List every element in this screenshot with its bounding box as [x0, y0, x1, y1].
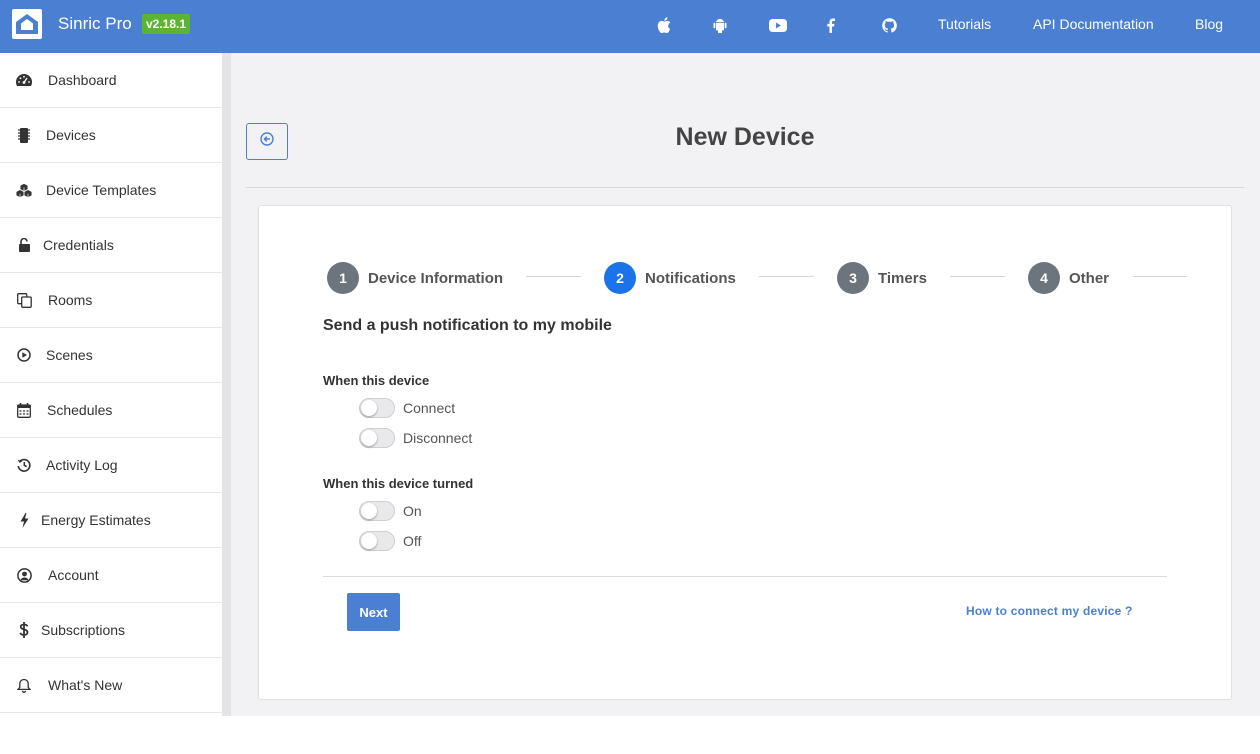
cubes-icon [16, 182, 32, 198]
sidebar-item-dashboard[interactable]: Dashboard [0, 53, 222, 108]
sidebar-item-label: Devices [46, 127, 96, 143]
toggle-on[interactable]: On [359, 501, 422, 521]
step-other[interactable]: 4 Other [1028, 262, 1109, 294]
step-connector [526, 276, 581, 277]
sidebar-item-label: What's New [48, 677, 123, 693]
apple-icon[interactable] [655, 16, 673, 34]
brand-name[interactable]: Sinric Pro [58, 14, 132, 34]
step-number: 2 [604, 262, 636, 294]
nav-link-tutorials[interactable]: Tutorials [938, 16, 991, 32]
sidebar-item-whats-new[interactable]: What's New [0, 658, 222, 713]
unlock-icon [16, 237, 32, 253]
sidebar-item-activity-log[interactable]: Activity Log [0, 438, 222, 493]
toggle-label: Connect [403, 400, 456, 416]
top-navbar: Sinric Pro v2.18.1 Tutorials API Documen… [0, 0, 1260, 53]
android-icon[interactable] [711, 16, 729, 34]
how-to-connect-link[interactable]: How to connect my device ? [966, 604, 1133, 618]
version-badge: v2.18.1 [142, 14, 191, 34]
bolt-icon [16, 512, 32, 528]
sidebar-item-energy-estimates[interactable]: Energy Estimates [0, 493, 222, 548]
calendar-icon [16, 402, 32, 418]
step-notifications[interactable]: 2 Notifications [604, 262, 736, 294]
sidebar-item-label: Device Templates [46, 182, 157, 198]
sidebar-item-label: Subscriptions [41, 622, 126, 638]
back-button[interactable] [246, 123, 288, 160]
play-circle-icon [16, 347, 32, 363]
toggle-disconnect[interactable]: Disconnect [359, 428, 472, 448]
sidebar-item-label: Scenes [46, 347, 93, 363]
sidebar-item-device-templates[interactable]: Device Templates [0, 163, 222, 218]
facebook-icon[interactable] [821, 16, 839, 34]
step-label: Notifications [645, 269, 736, 287]
home-logo-icon[interactable] [12, 9, 42, 39]
section-title: Send a push notification to my mobile [323, 317, 612, 334]
github-icon[interactable] [880, 16, 898, 34]
step-number: 4 [1028, 262, 1060, 294]
sidebar-item-account[interactable]: Account [0, 548, 222, 603]
toggle-switch[interactable] [359, 501, 395, 521]
sidebar-item-devices[interactable]: Devices [0, 108, 222, 163]
sidebar-scrollbar[interactable] [222, 53, 231, 716]
youtube-icon[interactable] [769, 16, 787, 34]
sidebar-item-label: Energy Estimates [41, 512, 151, 528]
sidebar-item-label: Credentials [43, 237, 114, 253]
toggle-label: Off [403, 533, 422, 549]
history-icon [16, 457, 32, 473]
sidebar-item-label: Activity Log [46, 457, 118, 473]
sidebar-item-schedules[interactable]: Schedules [0, 383, 222, 438]
sidebar-item-label: Rooms [48, 292, 93, 308]
sidebar-item-rooms[interactable]: Rooms [0, 273, 222, 328]
form-divider [323, 576, 1167, 577]
toggle-label: On [403, 503, 422, 519]
nav-link-blog[interactable]: Blog [1195, 16, 1223, 32]
step-number: 1 [327, 262, 359, 294]
step-number: 3 [837, 262, 869, 294]
page-title: New Device [675, 123, 815, 151]
sidebar-item-credentials[interactable]: Credentials [0, 218, 222, 273]
sidebar-item-label: Schedules [47, 402, 113, 418]
toggle-off[interactable]: Off [359, 531, 421, 551]
step-label: Other [1069, 269, 1110, 287]
step-label: Timers [878, 269, 927, 287]
sidebar: Dashboard Devices Device Templates Crede… [0, 53, 222, 716]
sidebar-item-scenes[interactable]: Scenes [0, 328, 222, 383]
nav-link-api-documentation[interactable]: API Documentation [1033, 16, 1154, 32]
page-bottom-area [0, 716, 1260, 754]
sidebar-item-label: Account [48, 567, 99, 583]
toggle-switch[interactable] [359, 531, 395, 551]
dollar-icon [16, 622, 32, 638]
step-timers[interactable]: 3 Timers [837, 262, 927, 294]
dashboard-icon [16, 72, 32, 88]
copy-icon [16, 292, 32, 308]
toggle-label: Disconnect [403, 430, 473, 446]
group-label-when-turned: When this device turned [323, 476, 474, 491]
step-connector [1133, 276, 1187, 277]
toggle-switch[interactable] [359, 428, 395, 448]
sidebar-item-label: Dashboard [48, 72, 117, 88]
bell-icon [16, 677, 32, 693]
header-divider [246, 187, 1244, 188]
next-button[interactable]: Next [347, 593, 400, 631]
toggle-switch[interactable] [359, 398, 395, 418]
microchip-icon [16, 127, 32, 143]
group-label-when-device: When this device [323, 373, 430, 388]
step-label: Device Information [368, 269, 504, 287]
arrow-circle-left-icon [260, 132, 274, 151]
toggle-connect[interactable]: Connect [359, 398, 455, 418]
sidebar-item-subscriptions[interactable]: Subscriptions [0, 603, 222, 658]
step-connector [950, 276, 1005, 277]
step-device-information[interactable]: 1 Device Information [327, 262, 503, 294]
user-circle-icon [16, 567, 32, 583]
step-connector [759, 276, 814, 277]
